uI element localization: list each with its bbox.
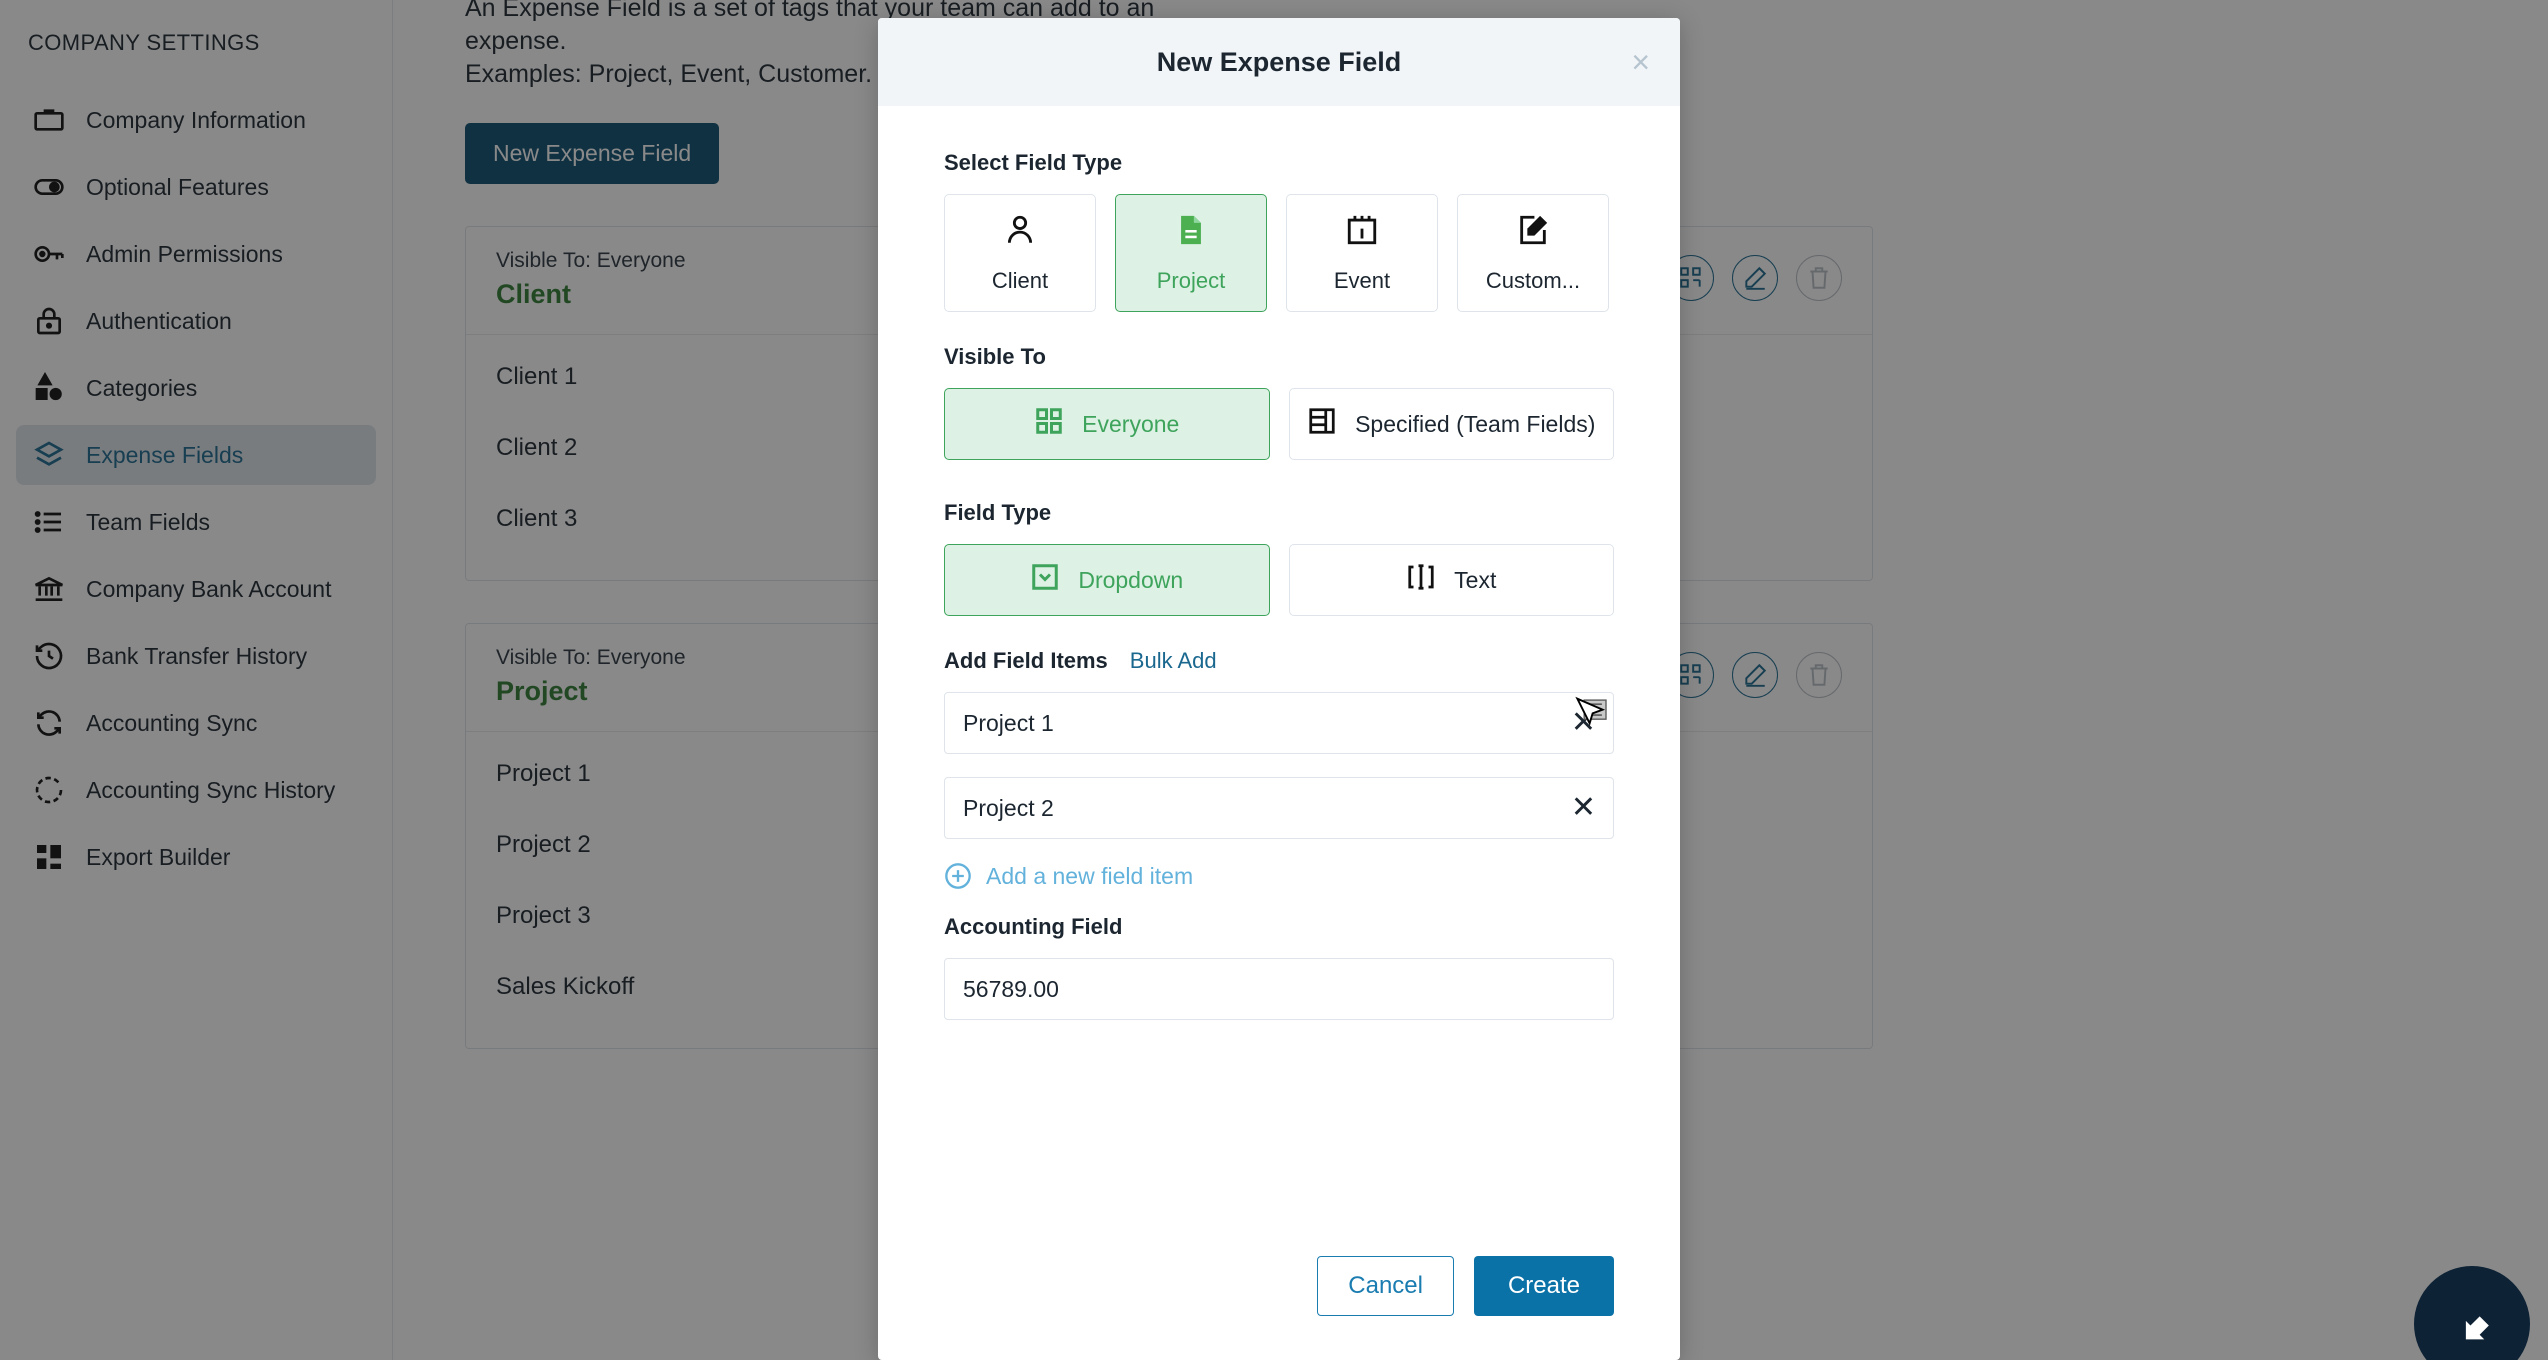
field-type-label: Project	[1156, 267, 1226, 293]
bulk-add-link[interactable]: Bulk Add	[1130, 648, 1217, 674]
modal-body: Select Field Type Client Project Event C…	[878, 106, 1680, 1256]
calendar-icon	[1345, 213, 1379, 252]
visible-to-specified-button[interactable]: Specified (Team Fields)	[1288, 388, 1614, 460]
field-type-dropdown-button[interactable]: Dropdown	[944, 544, 1270, 616]
create-button[interactable]: Create	[1474, 1256, 1614, 1316]
add-new-field-item-label: Add a new field item	[986, 862, 1194, 889]
field-type-card-project[interactable]: Project	[1115, 194, 1267, 312]
table-icon	[1307, 406, 1337, 442]
person-icon	[1003, 213, 1037, 252]
remove-field-item-icon[interactable]: ✕	[1571, 793, 1596, 823]
modal-header: New Expense Field ×	[878, 18, 1680, 106]
modal-title: New Expense Field	[1156, 46, 1402, 77]
add-field-items-header: Add Field Items Bulk Add	[944, 648, 1614, 674]
field-type-options: Dropdown Text	[944, 544, 1614, 616]
visible-to-option-label: Everyone	[1082, 410, 1180, 437]
field-item-row: ✕	[944, 777, 1614, 839]
accounting-field-label: Accounting Field	[944, 914, 1123, 939]
add-field-items-label: Add Field Items	[944, 648, 1108, 673]
edit-square-icon	[1516, 213, 1550, 252]
grid-squares-icon	[1034, 406, 1064, 442]
visible-to-label: Visible To	[944, 344, 1046, 369]
remove-field-item-icon[interactable]: ✕	[1571, 708, 1596, 738]
field-type-card-event[interactable]: Event	[1286, 194, 1438, 312]
field-item-row: ✕	[944, 692, 1614, 754]
visible-to-option-label: Specified (Team Fields)	[1355, 410, 1596, 437]
screen: COMPANY SETTINGS Company Information Opt…	[0, 0, 2548, 1360]
field-item-input[interactable]	[944, 692, 1614, 754]
document-icon	[1174, 213, 1208, 252]
field-type-card-client[interactable]: Client	[944, 194, 1096, 312]
field-type-label: Client	[991, 267, 1049, 293]
cancel-button[interactable]: Cancel	[1317, 1256, 1454, 1316]
text-cursor-icon	[1406, 562, 1436, 598]
field-type-card-custom[interactable]: Custom...	[1457, 194, 1609, 312]
select-field-type-label: Select Field Type	[944, 150, 1123, 175]
field-type-text-button[interactable]: Text	[1288, 544, 1614, 616]
field-item-input[interactable]	[944, 777, 1614, 839]
accounting-field-input[interactable]	[944, 958, 1614, 1020]
field-type-grid: Client Project Event Custom...	[944, 194, 1614, 312]
field-type-label: Field Type	[944, 500, 1052, 525]
field-type-option-label: Dropdown	[1078, 566, 1184, 593]
visible-to-everyone-button[interactable]: Everyone	[944, 388, 1270, 460]
field-type-option-label: Text	[1454, 566, 1497, 593]
field-type-label: Custom...	[1485, 267, 1581, 293]
modal-footer: Cancel Create	[878, 1256, 1680, 1360]
close-icon[interactable]: ×	[1631, 46, 1650, 78]
field-type-label: Event	[1333, 267, 1391, 293]
visible-to-options: Everyone Specified (Team Fields)	[944, 388, 1614, 460]
add-new-field-item-button[interactable]: Add a new field item	[944, 862, 1614, 890]
dropdown-icon	[1030, 562, 1060, 598]
new-expense-field-modal: New Expense Field × Select Field Type Cl…	[878, 18, 1680, 1360]
plus-circle-icon	[944, 862, 972, 890]
